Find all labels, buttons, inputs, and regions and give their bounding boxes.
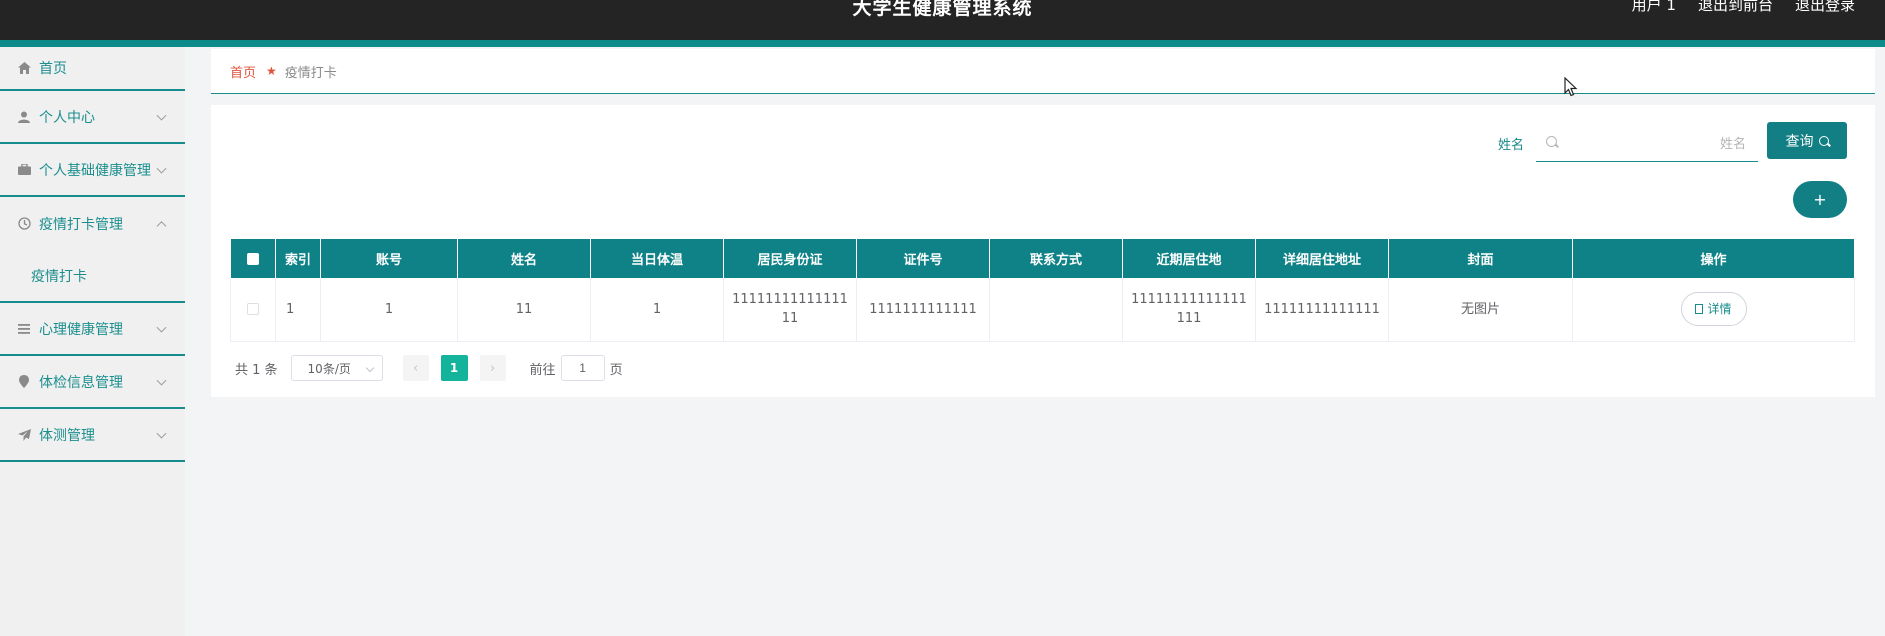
clock-icon (17, 217, 31, 231)
sidebar-item-label: 首页 (39, 61, 67, 77)
chevron-down-icon (156, 163, 167, 174)
goto-label: 前往 (529, 362, 556, 378)
pagination-total: 共 1 条 (235, 362, 278, 378)
sidebar: 首页 个人中心 个人基础健康管理 疫情打卡管理 疫情打卡 心理健康管理 体检信息… (0, 47, 185, 636)
column-header: 详细居住地址 (1255, 239, 1389, 278)
name-search-input[interactable] (1566, 131, 1746, 155)
search-box (1536, 124, 1758, 162)
main-panel: 姓名 查询 + 索引 账号 姓名 当日体温 居民身份证 证件号 联系方式 近期居… (211, 105, 1875, 397)
column-header: 操作 (1572, 239, 1855, 278)
sidebar-item-home[interactable]: 首页 (0, 47, 185, 91)
search-icon (1546, 136, 1557, 147)
column-header: 索引 (275, 239, 321, 278)
table-header-row: 索引 账号 姓名 当日体温 居民身份证 证件号 联系方式 近期居住地 详细居住地… (230, 239, 1855, 278)
sidebar-item-basic-health[interactable]: 个人基础健康管理 (0, 144, 185, 197)
chevron-down-icon (156, 375, 167, 386)
sidebar-item-label: 心理健康管理 (39, 321, 123, 338)
select-all-header[interactable] (230, 239, 276, 278)
cell-index: 1 (275, 278, 321, 342)
detail-button-label: 详情 (1707, 301, 1732, 316)
goto-page-input[interactable] (560, 355, 605, 381)
sidebar-subitem-epidemic-checkin[interactable]: 疫情打卡 (0, 250, 185, 303)
mouse-cursor-icon (1564, 77, 1578, 97)
sidebar-item-physical-exam[interactable]: 体检信息管理 (0, 356, 185, 409)
cell-cover: 无图片 (1388, 278, 1573, 342)
cell-temperature: 1 (590, 278, 724, 342)
column-header: 姓名 (457, 239, 591, 278)
sidebar-item-label: 体测管理 (39, 427, 95, 444)
send-icon (17, 428, 31, 442)
cell-action: 详情 (1572, 278, 1855, 342)
chevron-up-icon (156, 220, 167, 231)
sidebar-item-mental-health[interactable]: 心理健康管理 (0, 303, 185, 356)
sidebar-item-epidemic-checkin[interactable]: 疫情打卡管理 (0, 197, 185, 250)
top-header: 大学生健康管理系统 用户 1 退出到前台 退出登录 (0, 0, 1885, 40)
column-header: 账号 (320, 239, 458, 278)
row-select-cell[interactable] (230, 278, 276, 342)
column-header: 联系方式 (989, 239, 1123, 278)
next-page-button[interactable]: › (479, 355, 506, 381)
checkin-table: 索引 账号 姓名 当日体温 居民身份证 证件号 联系方式 近期居住地 详细居住地… (230, 239, 1855, 342)
list-icon (17, 322, 31, 336)
logout-link[interactable]: 退出登录 (1795, 0, 1855, 15)
front-page-link[interactable]: 退出到前台 (1698, 0, 1773, 15)
column-header: 近期居住地 (1122, 239, 1256, 278)
cell-account: 1 (320, 278, 458, 342)
search-icon (1818, 135, 1829, 146)
sidebar-item-fitness-test[interactable]: 体测管理 (0, 409, 185, 462)
breadcrumb: 首页 ★ 疫情打卡 (211, 49, 1875, 94)
add-button[interactable]: + (1793, 181, 1847, 218)
header-accent-line (0, 40, 1885, 47)
sidebar-item-label: 个人基础健康管理 (39, 162, 151, 179)
column-header: 居民身份证 (723, 239, 857, 278)
prev-page-button[interactable]: ‹ (402, 355, 429, 381)
page-suffix-label: 页 (609, 362, 623, 378)
document-icon (1695, 304, 1704, 315)
sidebar-item-label: 体检信息管理 (39, 374, 123, 391)
header-links: 用户 1 退出到前台 退出登录 (1632, 0, 1855, 15)
cell-name: 11 (457, 278, 591, 342)
query-button[interactable]: 查询 (1767, 122, 1847, 159)
sidebar-item-label: 疫情打卡管理 (39, 216, 123, 233)
column-header: 当日体温 (590, 239, 724, 278)
search-label: 姓名 (1498, 138, 1525, 153)
chevron-down-icon (156, 322, 167, 333)
page-number-button[interactable]: 1 (440, 355, 468, 381)
detail-button[interactable]: 详情 (1680, 292, 1747, 327)
chevron-down-icon (156, 110, 167, 121)
sidebar-item-personal-center[interactable]: 个人中心 (0, 91, 185, 144)
user-label[interactable]: 用户 1 (1632, 0, 1676, 15)
page-size-select[interactable]: 10条/页 (290, 355, 383, 381)
column-header: 证件号 (856, 239, 990, 278)
breadcrumb-home[interactable]: 首页 (230, 62, 256, 81)
select-all-checkbox[interactable] (246, 252, 259, 265)
page-size-value: 10条/页 (307, 361, 351, 376)
pagination: 共 1 条 10条/页 ‹ 1 › 前往 页 (235, 355, 623, 381)
sidebar-item-label: 个人中心 (39, 109, 95, 126)
cell-recent-residence: 11111111111111111 (1122, 278, 1256, 342)
briefcase-icon (17, 163, 31, 177)
location-icon (17, 375, 31, 389)
column-header: 封面 (1388, 239, 1573, 278)
cell-id-card: 1111111111111111 (723, 278, 857, 342)
cell-contact (989, 278, 1123, 342)
breadcrumb-current: 疫情打卡 (284, 65, 337, 81)
row-checkbox[interactable] (247, 303, 259, 316)
table-row: 1 1 11 1 1111111111111111 1111111111111 … (230, 278, 1855, 342)
chevron-down-icon (156, 428, 167, 439)
app-title: 大学生健康管理系统 (852, 0, 1033, 19)
home-icon (17, 61, 31, 75)
cell-address: 11111111111111 (1255, 278, 1389, 342)
star-separator-icon: ★ (266, 64, 277, 78)
cell-cert-no: 1111111111111 (856, 278, 990, 342)
query-button-label: 查询 (1785, 133, 1814, 150)
user-icon (17, 110, 31, 124)
